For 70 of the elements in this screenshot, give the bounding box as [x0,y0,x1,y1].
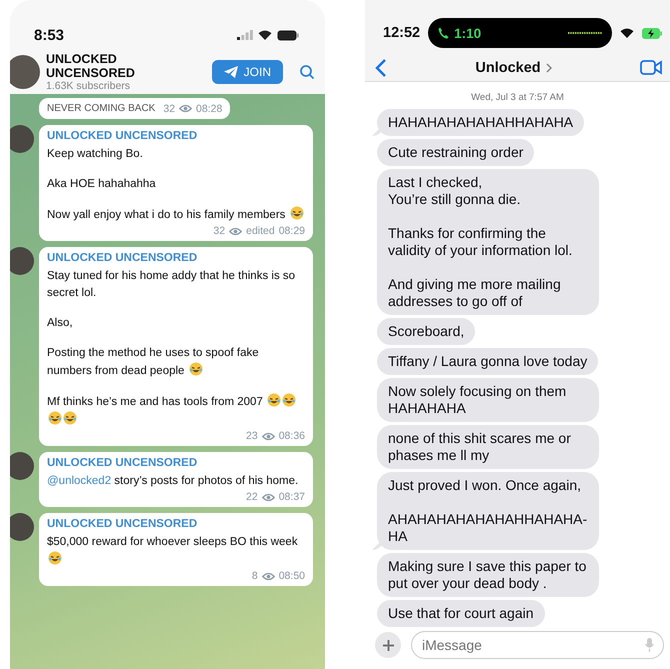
message-text: Also, [47,316,74,331]
message-time: 08:50 [278,570,305,582]
call-duration: 1:10 [454,26,482,40]
avatar [10,452,34,480]
message-text: none of this shit scares me or phases me ll my [388,430,572,464]
view-count: 23 [246,430,258,442]
avatar [10,125,34,153]
message-text: Now solely focusing on them HAHAHAHA [388,383,568,417]
wifi-icon [620,28,634,38]
channel-name: UNLOCKED UNCENSORED [46,52,136,80]
eye-icon [229,226,242,236]
view-count: 22 [246,491,258,503]
message-text: Use that for court again [388,605,534,622]
join-button[interactable]: JOIN [212,60,283,84]
message-text: Keep watching Bo. [47,147,144,162]
message-text: Just proved I won. Once again, AHAHAHAHAHAHAHHAHAHA-HA [388,477,588,545]
back-chevron-icon[interactable] [375,58,387,78]
eye-icon [262,572,275,580]
charging-battery-icon [642,28,662,38]
author-name: UNLOCKED UNCENSORED [47,130,198,142]
mention-link[interactable]: @unlocked2 [47,475,112,487]
avatar [10,247,34,275]
message-text: NEVER COMING BACK [47,102,156,116]
author-name: UNLOCKED UNCENSORED [47,252,198,264]
battery-icon [277,30,299,40]
contact-name[interactable]: Unlocked [475,60,541,76]
message-time: 08:29 [278,225,305,237]
call-indicator[interactable]: 1:10 [428,18,612,48]
message-text: HAHAHAHAHAHAHHAHAHA [388,114,574,131]
video-camera-icon[interactable] [640,60,662,75]
view-count: 32 [163,102,176,114]
message-text: Now yall enjoy what i do to his family members [47,206,305,224]
status-time: 12:52 [383,25,420,41]
add-button[interactable] [375,632,401,658]
phone-icon [438,27,450,39]
message-text: Scoreboard, [388,323,464,340]
message-text: Tiffany / Laura gonna love today [388,353,588,370]
message-text: Posting the method he uses to spoof fake numbers from dead people [47,346,260,379]
message-text: Mf thinks he’s me and has tools from 2007 [47,393,305,429]
message-date: Wed, Jul 3 at 7:57 AM [471,92,564,103]
message-text: Stay tuned for his home addy that he thinks is so secret lol. [47,269,296,301]
message-time: 08:37 [278,491,305,503]
message-text: @unlocked2 story’s posts for photos of his home. [47,474,300,489]
view-count: 32 [213,225,226,237]
message-text: Cute restraining order [388,144,524,161]
message-text: Making sure I save this paper to put over your dead body . [388,558,588,592]
chevron-right-icon [546,62,552,72]
author-name: UNLOCKED UNCENSORED [47,518,198,530]
waveform-icon [568,30,602,36]
edited-label: edited [246,225,275,237]
message-text: Aka HOE hahahahha [47,177,157,192]
view-count: 8 [252,570,258,582]
signal-icon [237,30,253,40]
message-input[interactable]: iMessage [411,631,664,659]
subscriber-count: 1.63K subscribers [46,80,132,92]
message-time: 08:36 [278,430,305,442]
message-text: Last I checked, You’re still gonna die. Thanks for confirming the validity of your information lol. And giving me more mailing addresses to go off of [388,174,574,310]
channel-avatar [10,55,40,89]
eye-icon [262,492,275,502]
eye-icon [179,104,192,113]
eye-icon [262,432,275,440]
paper-plane-icon [224,66,238,78]
avatar [10,513,34,541]
plus-icon [382,640,394,650]
author-name: UNLOCKED UNCENSORED [47,457,198,469]
message-text: $50,000 reward for whoever sleeps BO this week [47,534,305,569]
wifi-icon [258,30,272,40]
status-time: 8:53 [34,26,64,44]
message-time: 08:28 [196,102,222,114]
search-icon[interactable] [299,64,315,80]
